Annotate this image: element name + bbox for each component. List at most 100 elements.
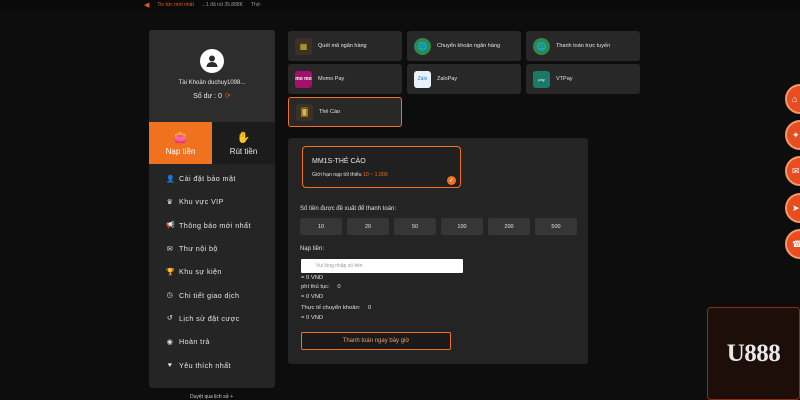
method-label: Thẻ Cào [319, 109, 341, 115]
sidebar-item-bet-history[interactable]: ↺ Lịch sử đặt cược [149, 307, 275, 330]
tab-withdraw[interactable]: ✋ Rút tiền [212, 122, 275, 164]
sidebar-item-label: Cài đặt bảo mật [179, 174, 236, 184]
method-label: Momo Pay [318, 76, 345, 82]
speaker-icon: ◀ [144, 2, 150, 9]
float-button[interactable]: ☎ [785, 229, 800, 259]
fee-label: phí thủ tục: [301, 284, 330, 290]
sidebar-item-label: Hoàn trả [179, 337, 210, 347]
vnd-converted: = 0 VND [301, 275, 324, 281]
hand-coin-icon: ✋ [236, 131, 251, 144]
sidebar-item-refund[interactable]: ◉ Hoàn trả [149, 330, 275, 353]
telegram-icon: ➤ [792, 202, 800, 213]
sidebar-item-label: Yêu thích nhất [179, 360, 231, 370]
amount-option[interactable]: 200 [488, 218, 530, 235]
wallet-icon: 👛 [173, 131, 188, 144]
actual-row: Thực tế chuyển khoản: 0 [301, 305, 371, 311]
fee-row: phí thủ tục: 0 [301, 284, 341, 290]
brand-logo[interactable]: U888 [707, 307, 800, 400]
amount-option[interactable]: 500 [535, 218, 577, 235]
chat-icon: ✉ [792, 165, 800, 176]
clock-icon: ◷ [166, 292, 174, 300]
sidebar-item-vip[interactable]: ♛ Khu vực VIP [149, 190, 275, 213]
news-ticker: ◀ Tin tức mới nhất ...1 đã rút 35.888K T… [0, 0, 800, 10]
suggest-label: Số tiền được đề xuất để thanh toán: [300, 206, 397, 212]
user-gear-icon: 👤 [166, 175, 176, 183]
float-button[interactable]: ✉ [785, 156, 800, 186]
method-label: ZaloPay [437, 76, 458, 82]
method-label: Thanh toán trực tuyến [556, 43, 611, 49]
method-momo[interactable]: mo mo Momo Pay [288, 64, 402, 94]
sidebar-item-label: Thư nội bộ [179, 244, 218, 254]
page: ◀ Tin tức mới nhất ...1 đã rút 35.888K T… [0, 0, 800, 400]
amount-input[interactable] [301, 259, 463, 273]
heart-icon: ♥ [167, 361, 173, 369]
sidebar-item-label: Khu vực VIP [179, 197, 224, 207]
zalo-icon: Zalo [414, 70, 431, 88]
method-scratch-card[interactable]: 🂠 Thẻ Cào [288, 97, 402, 127]
tab-deposit[interactable]: 👛 Nạp tiền [149, 122, 212, 164]
sidebar-item-label: Thông báo mới nhất [179, 220, 251, 230]
balance-label: Số dư : 0 [193, 92, 222, 100]
globe-icon: 🌐 [414, 37, 431, 55]
gift-icon: ✦ [792, 129, 800, 140]
sidebar-item-label: Khu sự kiện [179, 267, 222, 277]
ticker-item: ...1 đã rút 35.888K [201, 2, 243, 8]
amount-option[interactable]: 50 [394, 218, 436, 235]
vtpay-icon: pay [533, 70, 550, 88]
trophy-icon: 🏆 [166, 268, 176, 276]
tab-deposit-label: Nạp tiền [165, 146, 196, 156]
sidebar-menu: 👤 Cài đặt bảo mật ♛ Khu vực VIP 📢 Thông báo… [149, 164, 275, 377]
account-name: Tài Khoản duchuy1098... [178, 80, 246, 86]
sidebar-item-events[interactable]: 🏆 Khu sự kiện [149, 260, 275, 283]
deposit-panel: MM1S-THẺ CÀO Giới hạn nạp tối thiểu 10 ~… [288, 138, 588, 364]
card-channel-title: MM1S-THẺ CÀO [312, 158, 366, 165]
sidebar-item-label: Lịch sử đặt cược [179, 313, 240, 323]
amount-option[interactable]: 100 [441, 218, 483, 235]
history-icon: ↺ [166, 315, 174, 323]
amount-options: 10 20 50 100 200 500 [300, 218, 577, 235]
support-icon: ☎ [792, 238, 800, 249]
card-icon: 🂠 [296, 103, 313, 121]
actual-vnd: = 0 VND [301, 315, 324, 321]
coins-icon: ◉ [166, 338, 174, 346]
method-zalopay[interactable]: Zalo ZaloPay [407, 64, 521, 94]
refresh-icon[interactable]: ⟳ [225, 92, 231, 100]
sidebar-item-label: Chi tiết giao dịch [179, 290, 240, 300]
sidebar-item-transactions[interactable]: ◷ Chi tiết giao dịch [149, 283, 275, 306]
pay-now-button[interactable]: Thanh toán ngay bây giờ [301, 332, 451, 350]
history-link[interactable]: Duyệt qua lịch sử + [190, 394, 233, 400]
amount-option[interactable]: 10 [300, 218, 342, 235]
ticker-item: Thẻ: [250, 2, 261, 8]
ticker-title: Tin tức mới nhất [157, 2, 194, 8]
float-button[interactable]: ✦ [785, 120, 800, 150]
method-online-payment[interactable]: 🌐 Thanh toán trực tuyến [526, 31, 640, 61]
sidebar-item-notifications[interactable]: 📢 Thông báo mới nhất [149, 214, 275, 237]
globe-icon: 🌐 [533, 37, 550, 55]
float-button[interactable]: ⌂ [785, 84, 800, 114]
method-label: Chuyển khoản ngân hàng [437, 43, 500, 49]
envelope-icon: ✉ [166, 245, 174, 253]
megaphone-icon: 📢 [166, 222, 176, 230]
momo-icon: mo mo [295, 70, 312, 88]
fee-vnd: = 0 VND [301, 294, 324, 300]
account-sidebar: Tài Khoản duchuy1098... Số dư : 0 ⟳ 👛 Nạ… [149, 30, 275, 388]
avatar[interactable] [200, 49, 224, 73]
method-label: VTPay [556, 76, 573, 82]
profile-card: Tài Khoản duchuy1098... Số dư : 0 ⟳ [149, 30, 275, 122]
sidebar-item-inbox[interactable]: ✉ Thư nội bộ [149, 237, 275, 260]
amount-option[interactable]: 20 [347, 218, 389, 235]
check-icon: ✓ [447, 176, 456, 185]
method-vtpay[interactable]: pay VTPay [526, 64, 640, 94]
user-icon [206, 55, 218, 67]
method-bank-transfer[interactable]: 🌐 Chuyển khoản ngân hàng [407, 31, 521, 61]
card-channel[interactable]: MM1S-THẺ CÀO Giới hạn nạp tối thiểu 10 ~… [302, 146, 461, 188]
float-button[interactable]: ➤ [785, 193, 800, 223]
sidebar-item-security[interactable]: 👤 Cài đặt bảo mật [149, 167, 275, 190]
method-bank-qr[interactable]: ▦ Quét mã ngân hàng [288, 31, 402, 61]
fee-value: 0 [337, 284, 341, 290]
method-label: Quét mã ngân hàng [318, 43, 367, 49]
sidebar-item-favorites[interactable]: ♥ Yêu thích nhất [149, 353, 275, 376]
qr-icon: ▦ [295, 37, 312, 55]
limit-range: 10 ~ 1,000 [363, 172, 388, 178]
fund-tabs: 👛 Nạp tiền ✋ Rút tiền [149, 122, 275, 164]
